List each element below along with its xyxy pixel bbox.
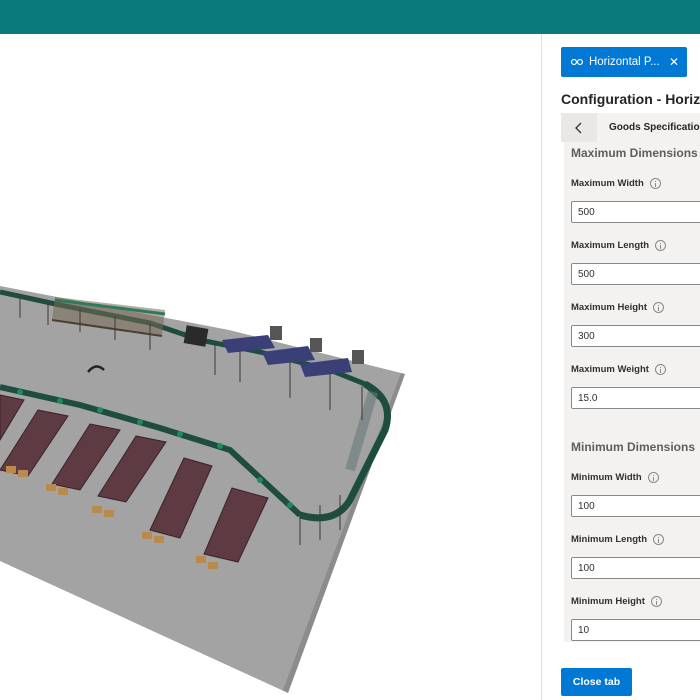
info-icon[interactable] — [654, 364, 666, 375]
panel-tab-label: Horizontal P... — [588, 56, 660, 68]
3d-viewport[interactable] — [0, 34, 541, 700]
min-width-input[interactable]: 100 — [571, 495, 700, 517]
back-button[interactable] — [561, 113, 597, 142]
panel-title: Configuration - Horizo — [561, 91, 700, 107]
scroll-edge — [561, 142, 564, 642]
info-icon[interactable] — [655, 240, 667, 251]
max-length-input[interactable]: 500 — [571, 263, 700, 285]
min-dimensions-heading: Minimum Dimensions — [571, 440, 696, 454]
info-icon[interactable] — [649, 178, 661, 189]
warehouse-3d-scene[interactable] — [0, 34, 541, 700]
max-width-label: Maximum Width — [571, 178, 661, 189]
info-icon[interactable] — [653, 302, 665, 313]
min-width-label: Minimum Width — [571, 472, 659, 483]
top-app-bar — [0, 0, 700, 34]
properties-panel: Horizontal P... ✕ Configuration - Horizo… — [542, 34, 700, 700]
scanner-unit — [183, 325, 209, 347]
panel-tab-horizontal[interactable]: Horizontal P... ✕ — [561, 47, 687, 77]
subnav-tab-goods-specification[interactable]: Goods Specification — [609, 122, 700, 133]
subnav-bar: Goods Specification — [561, 113, 700, 142]
max-width-input[interactable]: 500 — [571, 201, 700, 223]
chevron-left-icon — [575, 122, 582, 133]
max-length-label: Maximum Length — [571, 240, 667, 251]
min-length-input[interactable]: 100 — [571, 557, 700, 579]
info-icon[interactable] — [650, 596, 662, 607]
info-icon[interactable] — [647, 472, 659, 483]
max-weight-input[interactable]: 15.0 — [571, 387, 700, 409]
min-length-label: Minimum Length — [571, 534, 664, 545]
max-weight-label: Maximum Weight — [571, 364, 666, 375]
min-height-input[interactable]: 10 — [571, 619, 700, 641]
info-icon[interactable] — [653, 534, 664, 545]
max-height-label: Maximum Height — [571, 302, 665, 313]
max-height-input[interactable]: 300 — [571, 325, 700, 347]
close-icon[interactable]: ✕ — [669, 56, 679, 68]
close-tab-button[interactable]: Close tab — [561, 668, 632, 696]
connector-icon — [570, 58, 584, 66]
max-dimensions-heading: Maximum Dimensions — [571, 146, 698, 160]
min-height-label: Minimum Height — [571, 596, 662, 607]
